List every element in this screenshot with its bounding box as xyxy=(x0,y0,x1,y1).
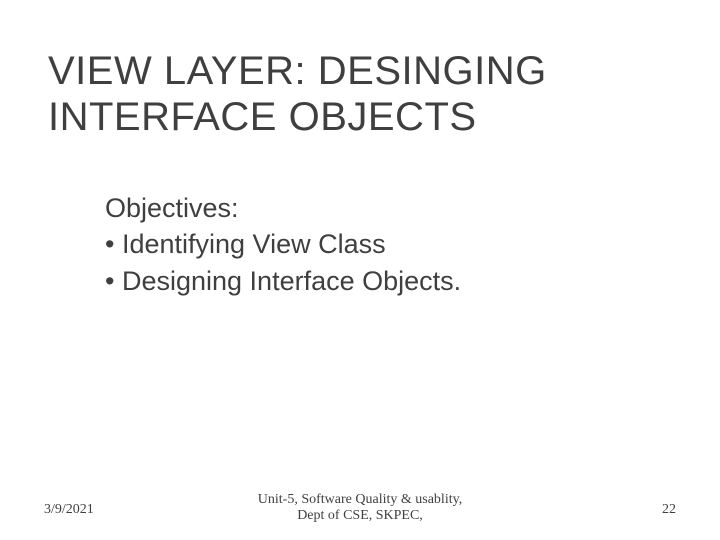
bullet-text: Identifying View Class xyxy=(122,229,386,259)
slide-body: Objectives: • Identifying View Class • D… xyxy=(105,190,650,299)
objectives-heading: Objectives: xyxy=(105,190,650,226)
bullet-item: • Identifying View Class xyxy=(105,226,650,262)
footer-page-number: 22 xyxy=(662,502,676,518)
bullet-item: • Designing Interface Objects. xyxy=(105,263,650,299)
slide-title: VIEW LAYER: DESINGING INTERFACE OBJECTS xyxy=(48,48,668,140)
slide: VIEW LAYER: DESINGING INTERFACE OBJECTS … xyxy=(0,0,720,540)
footer-center-line2: Dept of CSE, SKPEC, xyxy=(297,508,423,523)
footer-center-line1: Unit-5, Software Quality & usablity, xyxy=(258,492,462,507)
bullet-text: Designing Interface Objects. xyxy=(122,266,461,296)
footer-center: Unit-5, Software Quality & usablity, Dep… xyxy=(0,492,720,524)
